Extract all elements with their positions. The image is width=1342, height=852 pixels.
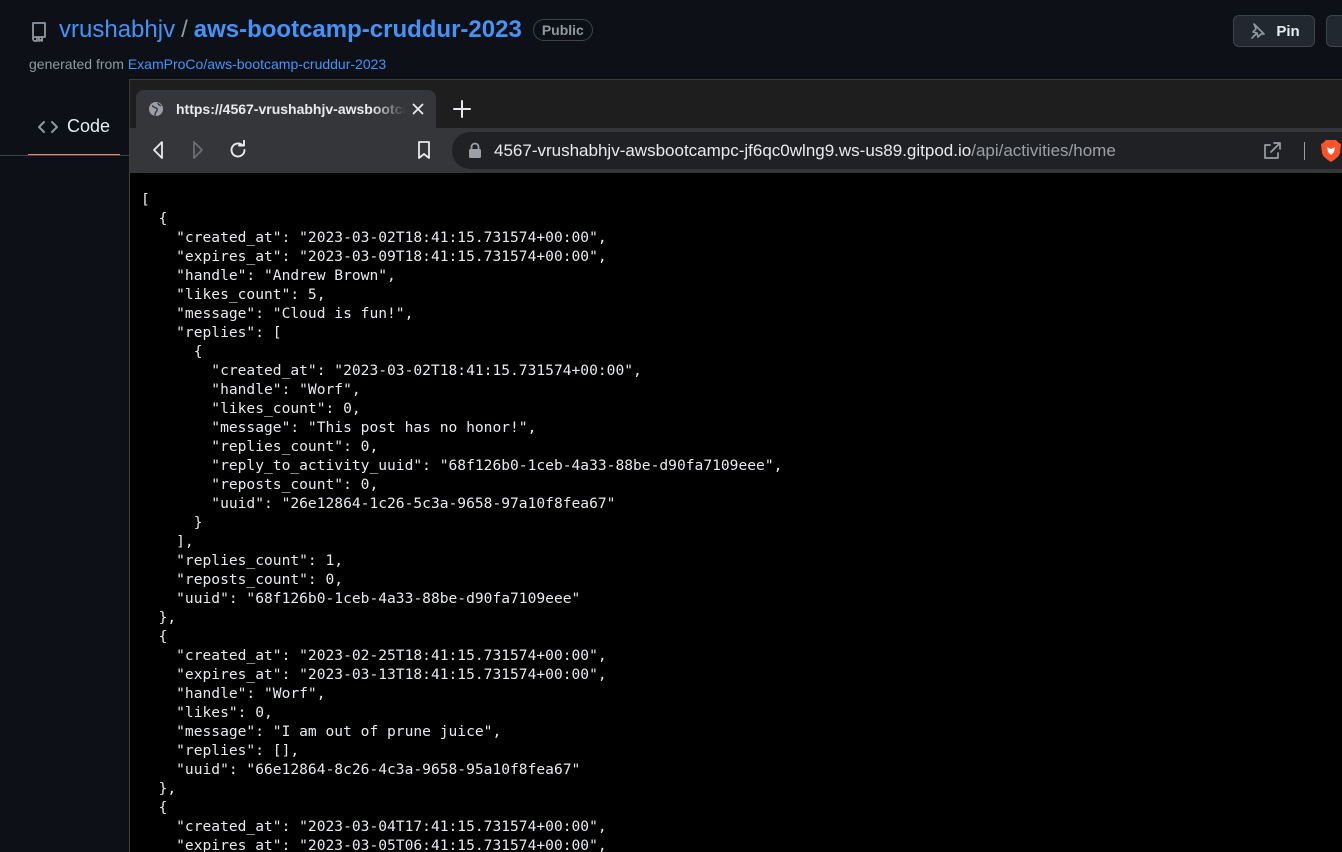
address-bar[interactable]: 4567-vrushabhjv-awsbootcampc-jf6qc0wlng9… <box>452 132 1342 169</box>
browser-window: https://4567-vrushabhjv-awsbootcampc-jf6… <box>129 79 1342 852</box>
url-text[interactable]: 4567-vrushabhjv-awsbootcampc-jf6qc0wlng9… <box>494 141 1116 161</box>
browser-tab-title: https://4567-vrushabhjv-awsbootcampc-jf6… <box>176 101 406 117</box>
plus-icon[interactable] <box>452 99 472 119</box>
globe-icon <box>149 102 163 117</box>
code-icon <box>38 120 58 133</box>
tab-strip: https://4567-vrushabhjv-awsbootcampc-jf6… <box>130 80 1342 128</box>
omnibox-divider <box>1304 142 1305 160</box>
close-icon[interactable] <box>410 101 426 117</box>
pin-button[interactable]: Pin <box>1233 15 1315 47</box>
pin-button-label: Pin <box>1276 22 1300 40</box>
bookmark-icon[interactable] <box>414 140 434 160</box>
visibility-badge: Public <box>532 19 593 41</box>
generated-from-prefix: generated from <box>29 56 128 72</box>
tab-code[interactable]: Code <box>28 104 120 156</box>
repo-name-link[interactable]: aws-bootcamp-cruddur-2023 <box>194 16 522 44</box>
reload-icon[interactable] <box>228 140 248 160</box>
unwatch-button[interactable] <box>1326 15 1342 47</box>
repo-owner-link[interactable]: vrushabhjv <box>59 16 175 44</box>
json-response-body: [ { "created_at": "2023-03-02T18:41:15.7… <box>141 191 783 852</box>
pin-icon <box>1251 23 1266 39</box>
url-path: /api/activities/home <box>971 141 1116 160</box>
page-content: [ { "created_at": "2023-03-02T18:41:15.7… <box>130 173 1342 852</box>
browser-tab-active[interactable]: https://4567-vrushabhjv-awsbootcampc-jf6… <box>136 90 436 128</box>
repo-title: vrushabhjv / aws-bootcamp-cruddur-2023 P… <box>59 16 593 44</box>
tab-nav-divider <box>0 155 130 156</box>
repo-icon <box>32 22 46 42</box>
share-icon[interactable] <box>1262 141 1282 161</box>
brave-icon[interactable] <box>1320 139 1342 163</box>
back-icon[interactable] <box>148 140 168 160</box>
forward-icon[interactable] <box>188 140 208 160</box>
repo-title-separator: / <box>181 16 188 43</box>
browser-toolbar: 4567-vrushabhjv-awsbootcampc-jf6qc0wlng9… <box>130 128 1342 173</box>
generated-from-text: generated from ExamProCo/aws-bootcamp-cr… <box>29 56 386 72</box>
url-host: 4567-vrushabhjv-awsbootcampc-jf6qc0wlng9… <box>494 141 972 160</box>
template-repo-link[interactable]: ExamProCo/aws-bootcamp-cruddur-2023 <box>128 56 386 72</box>
lock-icon[interactable] <box>468 142 482 159</box>
tab-code-label: Code <box>67 116 111 136</box>
